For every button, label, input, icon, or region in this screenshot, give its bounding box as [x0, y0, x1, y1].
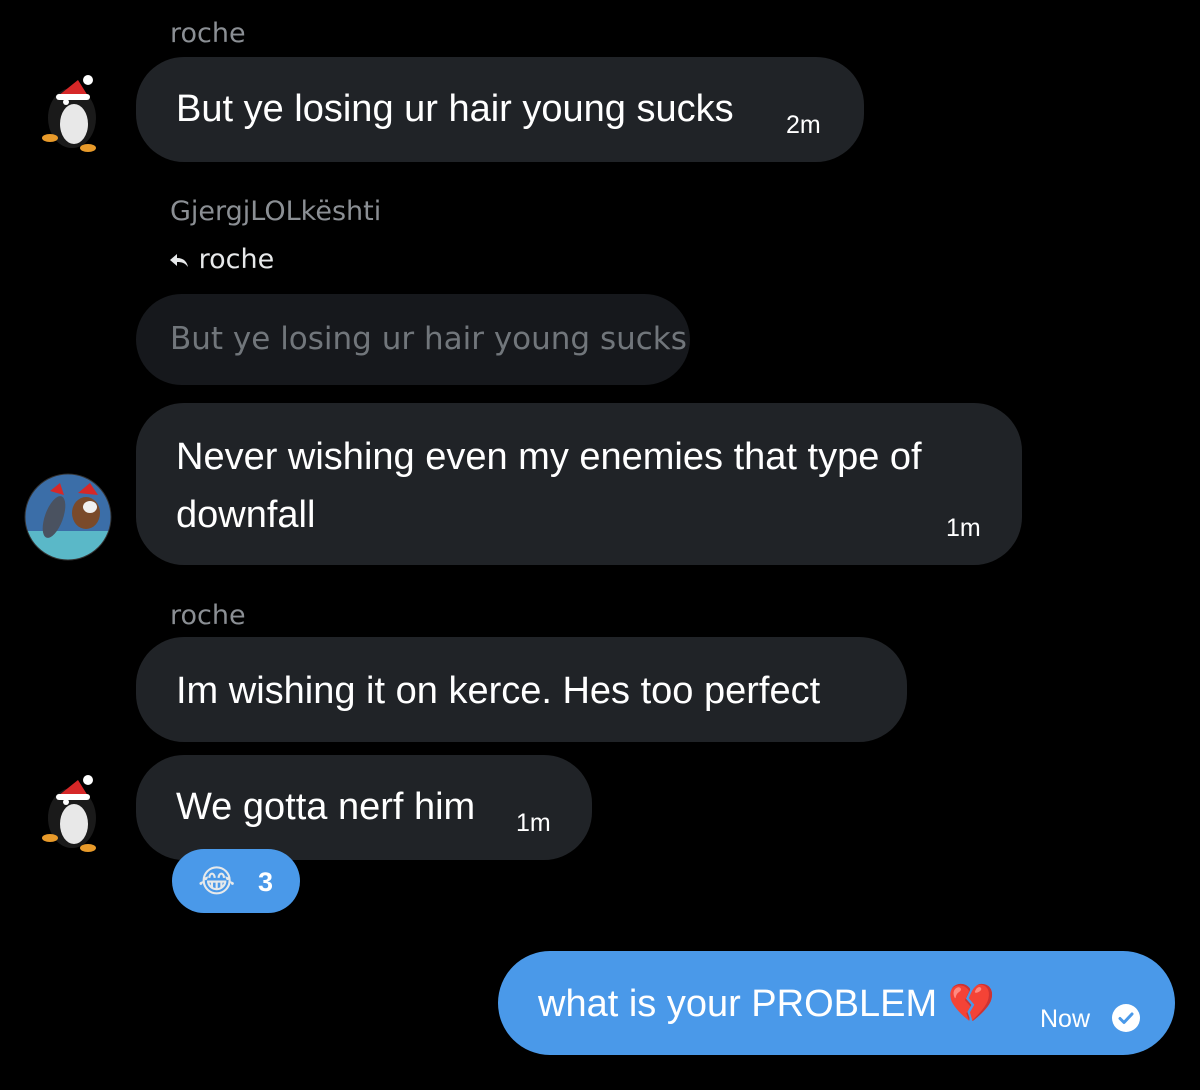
sender-name: roche: [170, 600, 246, 631]
message-time: Now: [1040, 1005, 1091, 1033]
message-bubble[interactable]: But ye losing ur hair young sucks 2m: [136, 57, 864, 162]
avatar-roche[interactable]: [28, 68, 116, 156]
message-bubble[interactable]: We gotta nerf him 1m: [136, 755, 592, 860]
message-bubble[interactable]: Im wishing it on kerce. Hes too perfect: [136, 637, 907, 742]
penguin-avatar-icon: [42, 75, 96, 152]
message-text: what is your PROBLEM 💔: [538, 983, 996, 1025]
reply-target-name: roche: [198, 244, 275, 275]
message-text-line2: downfall: [176, 494, 316, 536]
quoted-text: But ye losing ur hair young sucks: [170, 321, 687, 357]
reply-arrow-icon: [170, 253, 188, 267]
dolphin-cow-avatar-icon: [24, 473, 112, 561]
message-time: 1m: [516, 809, 551, 837]
reply-indicator: roche: [168, 244, 274, 275]
avatar-roche[interactable]: [28, 768, 116, 856]
penguin-avatar-icon: [42, 775, 96, 852]
laughing-emoji-icon: 😂: [198, 863, 236, 899]
sender-name: roche: [170, 18, 246, 49]
avatar-gjergj[interactable]: [24, 473, 112, 561]
message-text-line1: Never wishing even my enemies that type …: [176, 436, 922, 478]
message-text: We gotta nerf him: [176, 786, 476, 828]
reaction-count: 3: [258, 867, 274, 897]
message-bubble[interactable]: Never wishing even my enemies that type …: [136, 403, 1022, 565]
message-time: 2m: [786, 111, 821, 139]
message-text: But ye losing ur hair young sucks: [176, 88, 734, 130]
message-text: Im wishing it on kerce. Hes too perfect: [176, 670, 821, 712]
outgoing-message-bubble[interactable]: what is your PROBLEM 💔 Now: [498, 951, 1175, 1055]
check-circle-icon: [1112, 1004, 1140, 1032]
message-time: 1m: [946, 514, 981, 542]
reaction-pill[interactable]: 😂 3: [172, 849, 300, 913]
sender-name: GjergjLOLkështi: [170, 196, 382, 227]
quoted-message[interactable]: But ye losing ur hair young sucks: [136, 294, 690, 385]
